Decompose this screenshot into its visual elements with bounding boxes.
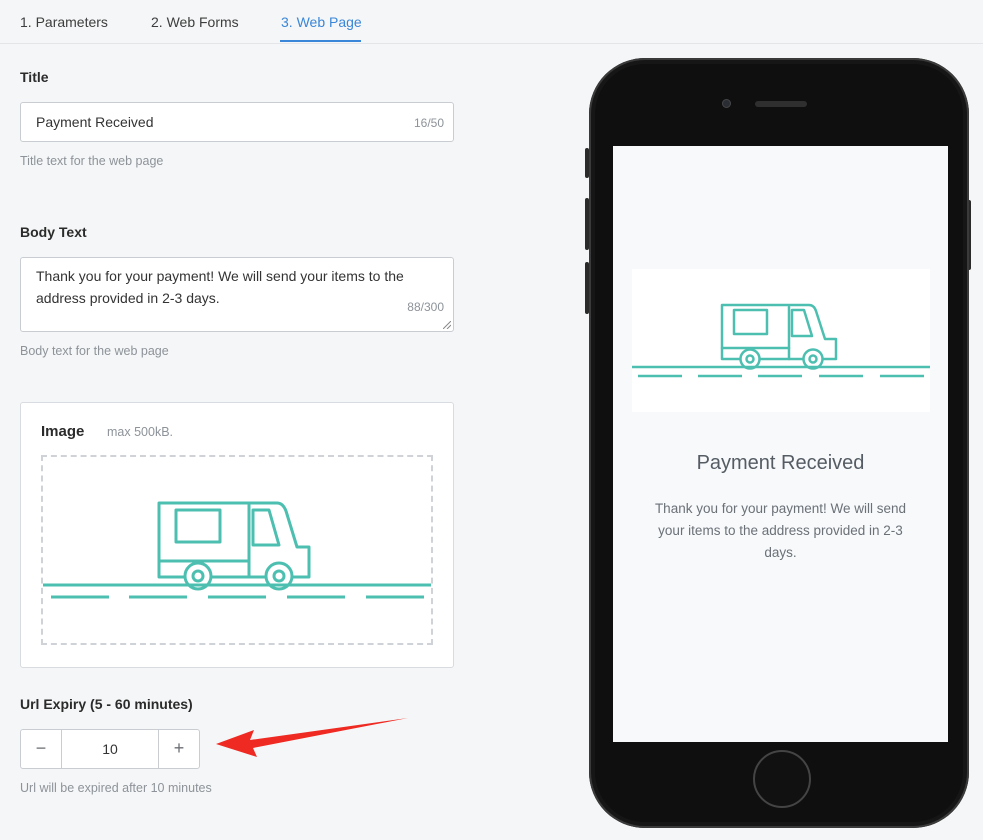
annotation-arrow-icon [216,718,408,757]
title-help-text: Title text for the web page [20,154,164,168]
phone-home-button [753,750,811,808]
tab-web-page[interactable]: 3. Web Page [281,14,362,30]
tab-parameters[interactable]: 1. Parameters [20,14,108,30]
title-label: Title [20,69,49,85]
url-expiry-value[interactable]: 10 [62,741,158,757]
image-label: Image [41,423,85,440]
active-tab-indicator [280,40,361,42]
tab-bar: 1. Parameters 2. Web Forms 3. Web Page [0,0,983,44]
body-char-counter: 88/300 [407,300,444,314]
increment-button[interactable]: + [158,730,199,768]
body-text-label: Body Text [20,224,87,240]
phone-screen-preview: Payment Received Thank you for your paym… [613,146,948,742]
image-dropzone[interactable] [41,455,433,645]
tab-web-forms[interactable]: 2. Web Forms [151,14,239,30]
preview-body-text: Thank you for your payment! We will send… [654,501,907,560]
speaker-grille [755,101,807,107]
body-help-text: Body text for the web page [20,344,169,358]
body-text-value: Thank you for your payment! We will send… [36,268,404,306]
delivery-van-illustration [43,501,431,599]
decrement-button[interactable]: − [21,730,62,768]
image-card: Image max 500kB. [20,402,454,668]
camera-icon [722,99,731,108]
preview-van-illustration [632,303,930,378]
url-expiry-help-text: Url will be expired after 10 minutes [20,781,212,795]
title-char-counter: 16/50 [413,116,444,130]
resize-handle-icon[interactable] [443,321,451,329]
body-text-textarea[interactable]: Thank you for your payment! We will send… [20,257,454,332]
preview-title: Payment Received [696,452,865,474]
url-expiry-label: Url Expiry (5 - 60 minutes) [20,696,193,712]
preview-image [632,269,930,412]
image-max-size: max 500kB. [107,425,174,439]
title-input-value: Payment Received [36,114,154,130]
title-input[interactable]: Payment Received 16/50 [20,102,454,142]
url-expiry-stepper: − 10 + [20,729,200,769]
